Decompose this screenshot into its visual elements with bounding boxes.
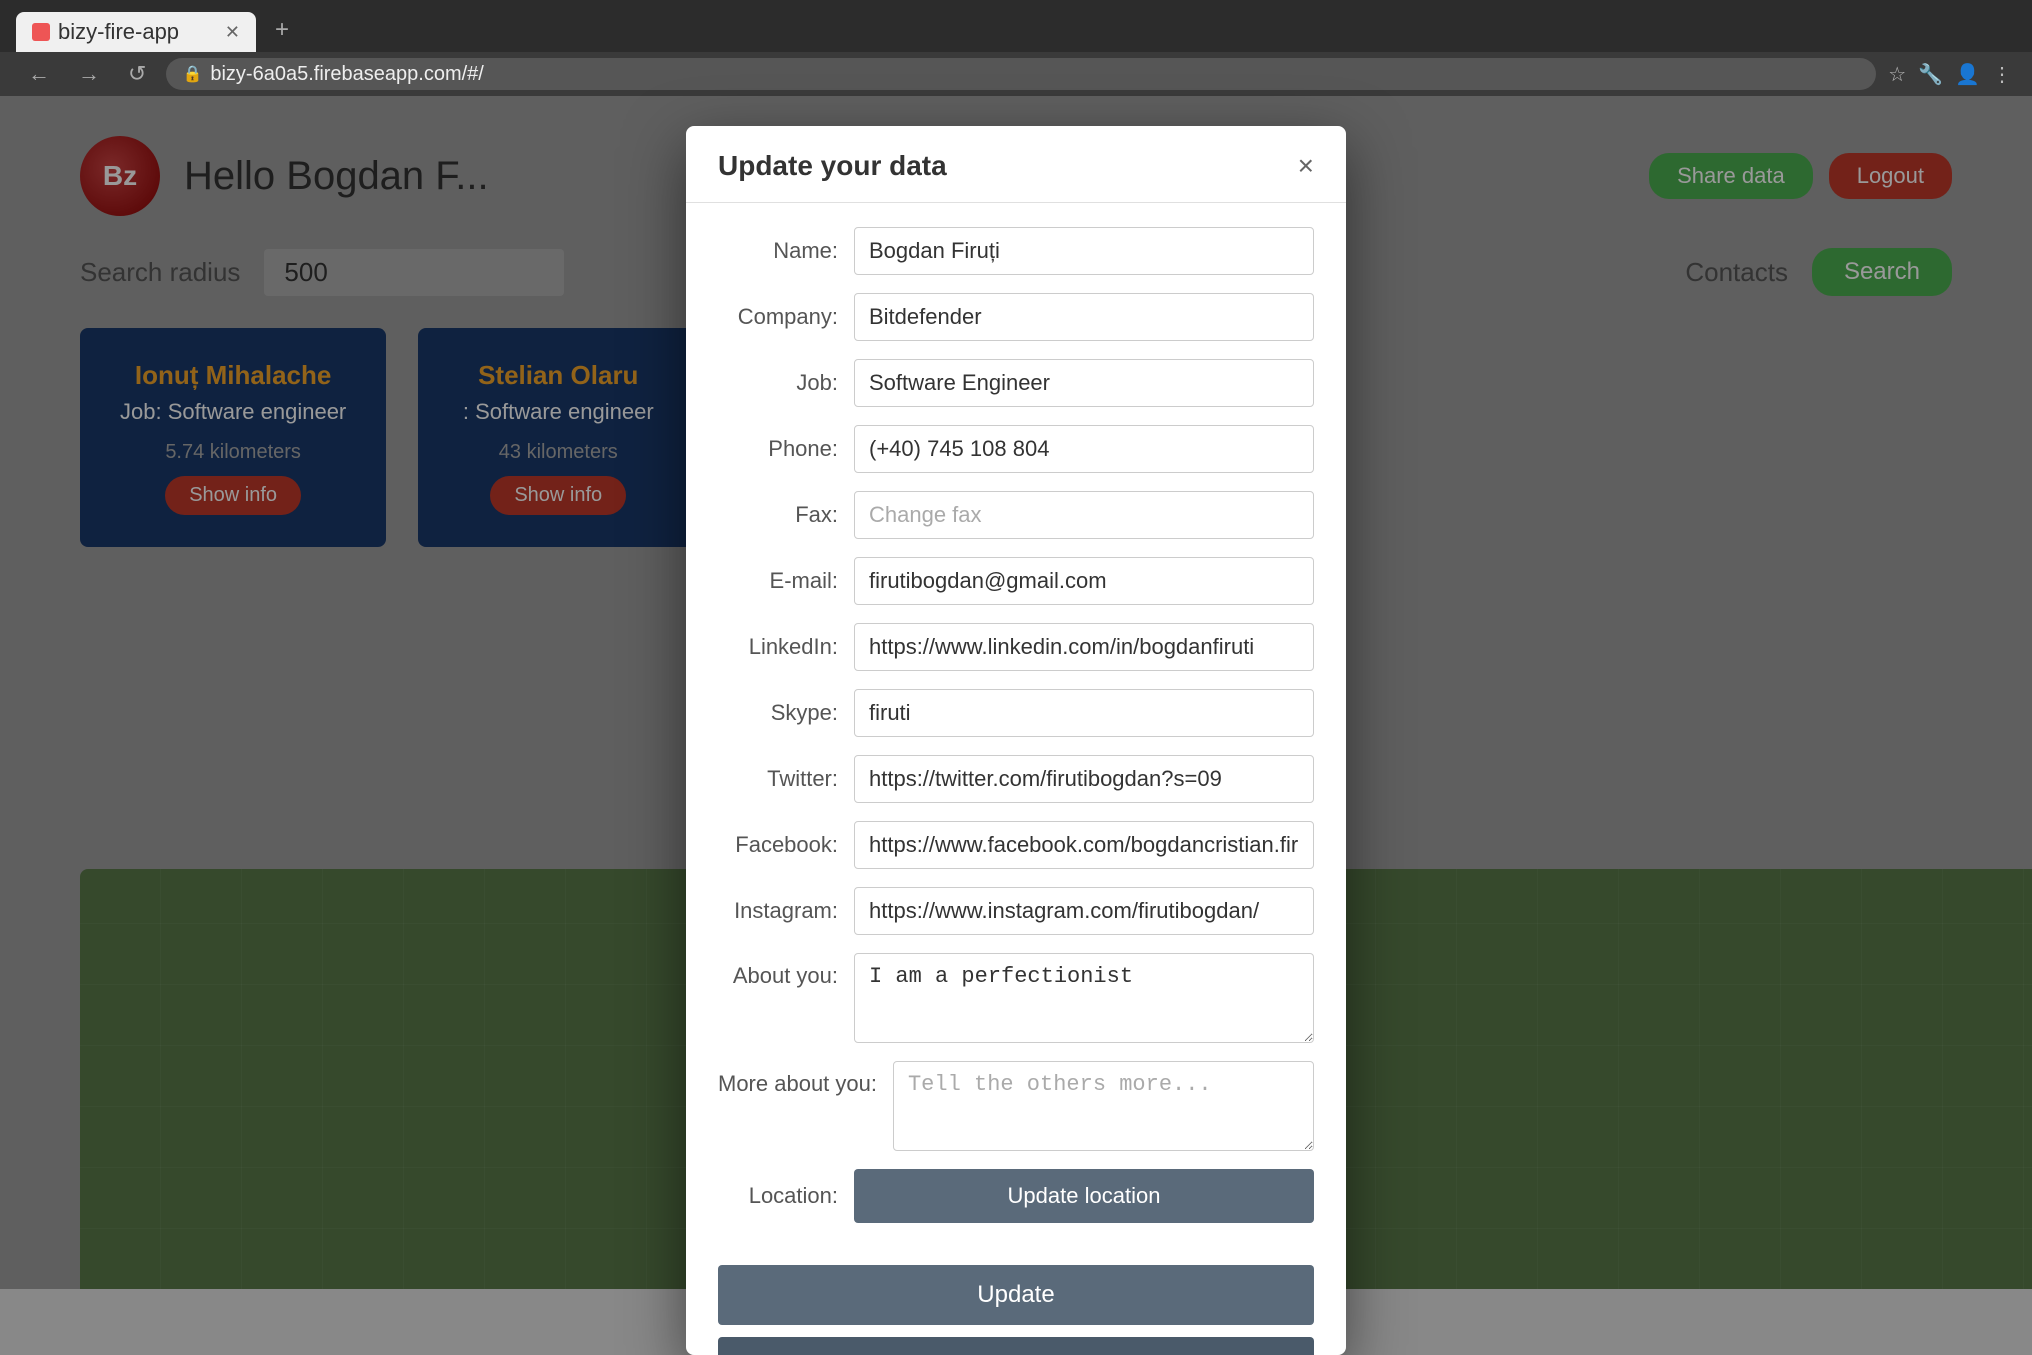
update-button[interactable]: Update [718,1265,1314,1325]
modal-header: Update your data × [686,126,1346,203]
tab-title: bizy-fire-app [58,19,179,45]
address-text: bizy-6a0a5.firebaseapp.com/#/ [210,63,484,86]
cancel-button[interactable]: Cancel [718,1337,1314,1355]
more-about-row: More about you: [718,1061,1314,1151]
extension-icon[interactable]: 🔧 [1918,62,1943,87]
menu-icon[interactable]: ⋮ [1992,62,2012,87]
twitter-row: Twitter: [718,755,1314,803]
fax-input[interactable] [854,491,1314,539]
linkedin-row: LinkedIn: [718,623,1314,671]
star-icon[interactable]: ☆ [1888,62,1906,87]
skype-input[interactable] [854,689,1314,737]
modal-close-button[interactable]: × [1298,152,1314,180]
facebook-label: Facebook: [718,832,838,858]
email-input[interactable] [854,557,1314,605]
profile-icon[interactable]: 👤 [1955,62,1980,87]
phone-label: Phone: [718,436,838,462]
about-textarea[interactable]: I am a perfectionist [854,953,1314,1043]
reload-button[interactable]: ↺ [120,57,154,91]
more-about-textarea[interactable] [893,1061,1314,1151]
modal-body: Name: Company: Job: Phone: Fax: [686,203,1346,1265]
fax-label: Fax: [718,502,838,528]
facebook-row: Facebook: [718,821,1314,869]
address-bar[interactable]: 🔒 bizy-6a0a5.firebaseapp.com/#/ [166,58,1876,90]
modal-overlay: Update your data × Name: Company: Job: [0,96,2032,1289]
fax-row: Fax: [718,491,1314,539]
active-tab[interactable]: bizy-fire-app ✕ [16,12,256,52]
new-tab-button[interactable]: + [264,12,300,48]
tab-favicon [32,23,50,41]
more-about-label: More about you: [718,1061,877,1097]
name-row: Name: [718,227,1314,275]
phone-input[interactable] [854,425,1314,473]
about-row: About you: I am a perfectionist [718,953,1314,1043]
email-label: E-mail: [718,568,838,594]
linkedin-input[interactable] [854,623,1314,671]
nav-right-icons: ☆ 🔧 👤 ⋮ [1888,62,2012,87]
skype-row: Skype: [718,689,1314,737]
modal-footer: Update Cancel [686,1265,1346,1355]
tab-bar: bizy-fire-app ✕ + [0,0,2032,52]
skype-label: Skype: [718,700,838,726]
twitter-input[interactable] [854,755,1314,803]
modal-title: Update your data [718,150,947,182]
location-label: Location: [718,1183,838,1209]
job-label: Job: [718,370,838,396]
name-label: Name: [718,238,838,264]
instagram-input[interactable] [854,887,1314,935]
app-background: Bz Hello Bogdan F... Share data Logout S… [0,96,2032,1289]
facebook-input[interactable] [854,821,1314,869]
phone-row: Phone: [718,425,1314,473]
instagram-label: Instagram: [718,898,838,924]
linkedin-label: LinkedIn: [718,634,838,660]
company-row: Company: [718,293,1314,341]
location-row: Location: Update location [718,1169,1314,1223]
company-input[interactable] [854,293,1314,341]
company-label: Company: [718,304,838,330]
about-label: About you: [718,953,838,989]
nav-bar: ← → ↺ 🔒 bizy-6a0a5.firebaseapp.com/#/ ☆ … [0,52,2032,96]
back-button[interactable]: ← [20,57,58,91]
name-input[interactable] [854,227,1314,275]
forward-button[interactable]: → [70,57,108,91]
tab-close-button[interactable]: ✕ [225,22,240,43]
lock-icon: 🔒 [182,64,202,84]
job-input[interactable] [854,359,1314,407]
job-row: Job: [718,359,1314,407]
instagram-row: Instagram: [718,887,1314,935]
email-row: E-mail: [718,557,1314,605]
twitter-label: Twitter: [718,766,838,792]
browser-chrome: bizy-fire-app ✕ + ← → ↺ 🔒 bizy-6a0a5.fir… [0,0,2032,96]
update-data-modal: Update your data × Name: Company: Job: [686,126,1346,1355]
update-location-button[interactable]: Update location [854,1169,1314,1223]
